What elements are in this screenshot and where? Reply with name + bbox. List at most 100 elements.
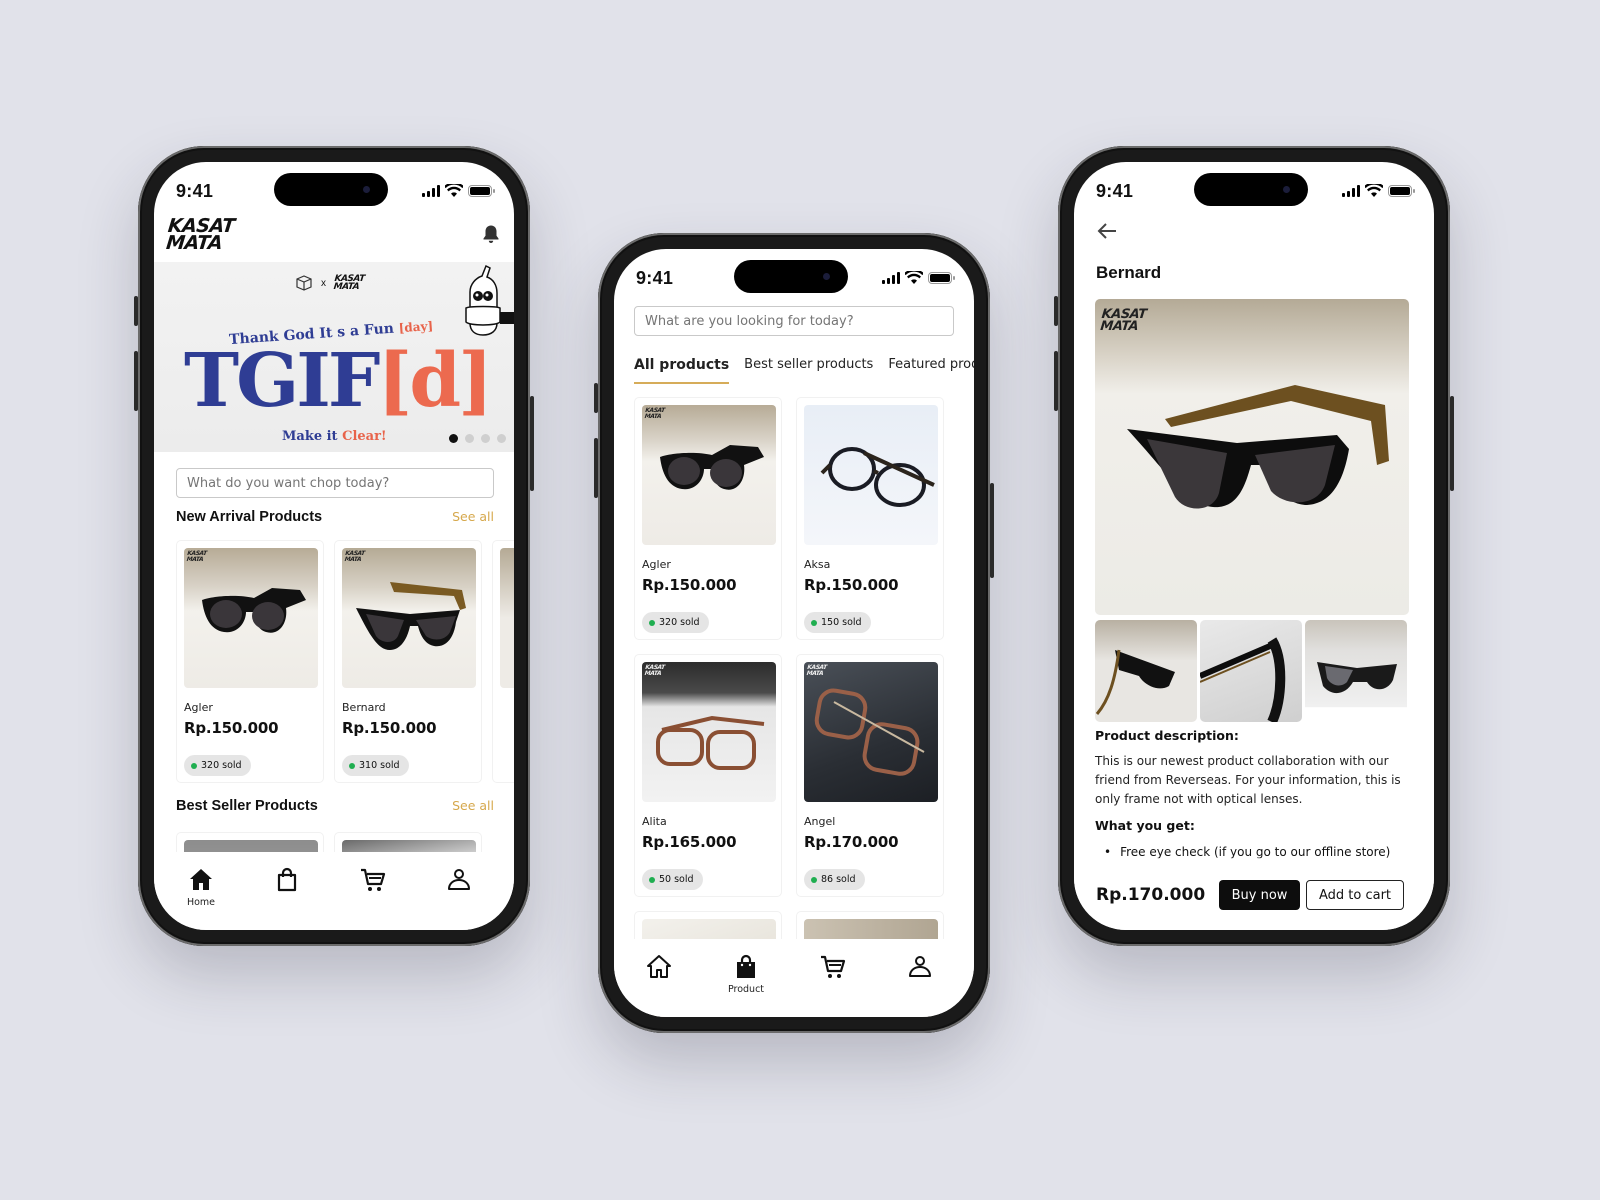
carousel-dot[interactable]	[497, 434, 506, 443]
cart-icon	[821, 955, 846, 978]
product-name: Angel	[804, 815, 836, 828]
tab-profile[interactable]	[890, 953, 950, 981]
product-price: Rp.150.000	[184, 719, 279, 737]
product-image: KASAT MATA	[642, 662, 776, 802]
gallery-thumbnail[interactable]	[1305, 620, 1407, 722]
wifi-icon	[445, 184, 463, 197]
carousel-dot[interactable]	[481, 434, 490, 443]
gallery-thumbnail[interactable]	[1095, 620, 1197, 722]
status-dot-icon	[811, 876, 817, 883]
home-icon	[647, 955, 671, 978]
buy-now-button[interactable]: Buy now	[1219, 880, 1300, 910]
category-tabs: All products Best seller products Featur…	[634, 357, 974, 384]
status-dot-icon	[649, 876, 655, 883]
tab-best-seller[interactable]: Best seller products	[744, 357, 873, 384]
status-dot-icon	[811, 619, 817, 626]
status-bar: 9:41	[154, 162, 514, 218]
status-dot-icon	[349, 762, 355, 769]
product-image: KASAT MATA	[804, 662, 938, 802]
mascot-bottle-illustration	[465, 264, 514, 336]
product-card-partial[interactable]	[492, 540, 514, 783]
banner-headline: TGIF[d]	[184, 338, 493, 424]
tab-profile[interactable]	[429, 866, 489, 894]
gallery-thumbnail[interactable]	[1200, 620, 1302, 722]
tab-home[interactable]: Home	[171, 866, 231, 908]
banner-footer: Make it Clear!	[282, 429, 387, 444]
product-card[interactable]: KASAT MATA Agler Rp.150.000 320 sold	[634, 397, 782, 640]
shopping-bag-icon	[737, 954, 755, 978]
status-time: 9:41	[176, 181, 214, 201]
tab-cart[interactable]	[343, 866, 403, 894]
collab-badge: x KASAT MATA	[295, 273, 366, 292]
tab-cart[interactable]	[803, 953, 863, 981]
phone-products-screen: 9:41 All products Best seller products F…	[594, 233, 994, 1033]
product-card[interactable]: KASAT MATA Alita Rp.165.000 50 sold	[634, 654, 782, 897]
product-detail-screen: 9:41 Bernard KASAT MATA Product descripti…	[1074, 162, 1434, 930]
product-price: Rp.150.000	[342, 719, 437, 737]
bottom-nav: Home	[154, 852, 514, 930]
tab-home[interactable]	[629, 953, 689, 981]
product-description: This is our newest product collaboration…	[1095, 754, 1401, 806]
product-image: KASAT MATA	[342, 548, 476, 688]
tab-all-products[interactable]: All products	[634, 357, 730, 384]
product-price: Rp.150.000	[642, 576, 737, 594]
collab-brand-logo: KASAT MATA	[333, 273, 366, 292]
sold-badge: 150 sold	[804, 612, 871, 633]
signal-icon	[1342, 185, 1360, 197]
what-you-get-label: What you get:	[1095, 818, 1195, 833]
product-card[interactable]: Aksa Rp.150.000 150 sold	[796, 397, 944, 640]
brand-logo: KASAT MATA	[165, 215, 236, 255]
carousel-dot[interactable]	[465, 434, 474, 443]
sold-badge: 320 sold	[642, 612, 709, 633]
search-input[interactable]	[634, 306, 954, 336]
see-all-link[interactable]: See all	[452, 509, 494, 524]
add-to-cart-button[interactable]: Add to cart	[1306, 880, 1404, 910]
wifi-icon	[1365, 184, 1383, 197]
product-name: Alita	[642, 815, 667, 828]
sold-badge: 86 sold	[804, 869, 865, 890]
notification-bell-icon[interactable]	[482, 224, 500, 244]
status-time: 9:41	[636, 268, 674, 288]
product-card[interactable]: KASAT MATA Agler Rp.150.000 320 sold	[176, 540, 324, 783]
search-input[interactable]	[176, 468, 494, 498]
product-price: Rp.150.000	[804, 576, 899, 594]
cart-icon	[361, 868, 386, 891]
product-image: KASAT MATA	[184, 548, 318, 688]
promo-banner-carousel[interactable]: x KASAT MATA Thank God It s a Fun [day] T…	[154, 262, 514, 452]
product-name: Bernard	[342, 701, 386, 714]
box-logo-icon	[296, 275, 312, 291]
wifi-icon	[905, 271, 923, 284]
product-title: Bernard	[1096, 263, 1162, 282]
phone-detail-screen: 9:41 Bernard KASAT MATA Product descripti…	[1054, 146, 1454, 946]
carousel-pagination[interactable]	[449, 434, 506, 443]
product-price: Rp.165.000	[642, 833, 737, 851]
status-dot-icon	[649, 619, 655, 626]
product-price: Rp.170.000	[804, 833, 899, 851]
product-image	[804, 405, 938, 545]
product-hero-image[interactable]: KASAT MATA	[1095, 299, 1409, 615]
battery-icon	[928, 272, 955, 284]
product-card[interactable]: KASAT MATA Angel Rp.170.000 86 sold	[796, 654, 944, 897]
see-all-link[interactable]: See all	[452, 798, 494, 813]
back-arrow-icon[interactable]	[1096, 220, 1118, 242]
phone-home-screen: 9:41 KASAT MATA x KASAT MATA Thank God I…	[134, 146, 534, 946]
tab-featured[interactable]: Featured products	[888, 357, 974, 384]
tab-shop[interactable]	[257, 866, 317, 894]
product-name: Aksa	[804, 558, 831, 571]
section-header-best-seller: Best Seller Products See all	[176, 798, 494, 814]
battery-icon	[1388, 185, 1415, 197]
section-header-new-arrival: New Arrival Products See all	[176, 509, 494, 525]
status-time: 9:41	[1096, 181, 1134, 201]
product-name: Agler	[642, 558, 671, 571]
status-dot-icon	[191, 762, 197, 769]
product-card[interactable]: KASAT MATA Bernard Rp.150.000 310 sold	[334, 540, 482, 783]
sold-badge: 50 sold	[642, 869, 703, 890]
profile-icon	[448, 869, 470, 890]
section-title: Best Seller Products	[176, 798, 318, 814]
battery-icon	[468, 185, 495, 197]
product-price: Rp.170.000	[1096, 885, 1206, 905]
status-bar: 9:41	[1074, 162, 1434, 218]
carousel-dot-active[interactable]	[449, 434, 458, 443]
home-icon	[190, 869, 212, 890]
tab-product[interactable]: Product	[716, 953, 776, 995]
